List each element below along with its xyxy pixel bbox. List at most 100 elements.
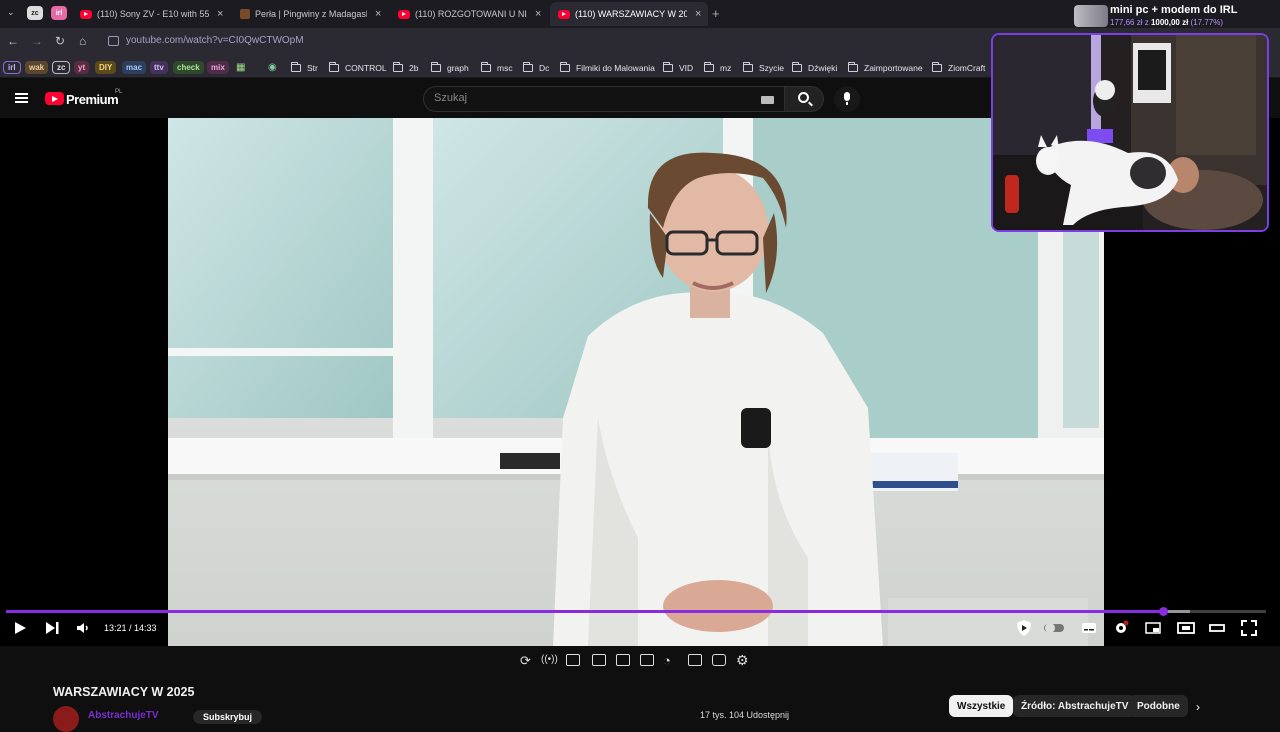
bookmark-chip-mac[interactable]: mac <box>122 61 147 74</box>
bookmark-folder[interactable]: Zaimportowane <box>848 61 923 74</box>
grid-apps-icon[interactable]: ▦ <box>236 61 245 74</box>
theater-mode-button[interactable] <box>1177 620 1195 636</box>
bookmark-label: CONTROL <box>345 62 387 73</box>
channel-name[interactable]: AbstrachujeTV <box>88 710 159 721</box>
goal-raised: 177,66 zł <box>1110 18 1143 27</box>
bookmark-folder[interactable]: msc <box>481 61 513 74</box>
bookmark-chip-label: yt <box>78 63 86 72</box>
bookmark-folder[interactable]: Filmiki do Malowania <box>560 61 655 74</box>
channel-avatar[interactable] <box>53 706 79 732</box>
address-bar-url[interactable]: youtube.com/watch?v=CI0QwCTWOpM <box>126 35 304 46</box>
bookmark-folder[interactable]: Dźwięki <box>792 61 837 74</box>
settings-button[interactable] <box>1113 620 1129 636</box>
add-to-playlist-icon[interactable] <box>688 654 702 666</box>
bookmark-chip-label: DIY <box>99 63 113 72</box>
bookmark-folder[interactable]: 2b <box>393 61 418 74</box>
bookmark-chip-ttv[interactable]: ttv <box>150 61 168 74</box>
progress-played <box>6 610 1163 613</box>
bookmark-chip-yt[interactable]: yt <box>74 61 90 74</box>
chevron-right-icon[interactable]: › <box>1196 700 1200 714</box>
film-strip-icon[interactable] <box>640 654 654 666</box>
clapperboard-icon[interactable] <box>592 654 606 666</box>
bookmark-label: mz <box>720 62 732 73</box>
tab-title: (110) ROZGOTOWANI U NIEUC <box>415 9 527 19</box>
pinned-tab-zc[interactable]: zc <box>27 6 43 20</box>
bookmark-chip-mix[interactable]: mix <box>207 61 229 74</box>
browser-tab[interactable]: Perła | Pingwiny z Madagaskar × <box>232 2 390 26</box>
bookmark-folder[interactable]: CONTROL <box>329 61 387 74</box>
folder-icon <box>743 61 753 72</box>
home-icon[interactable]: ⌂ <box>79 34 86 48</box>
video-title: WARSZAWIACY W 2025 <box>53 685 195 699</box>
bookmark-folder[interactable]: Str <box>291 61 318 74</box>
bookmark-folder[interactable]: VID <box>663 61 693 74</box>
chip-related[interactable]: Podobne <box>1129 695 1188 717</box>
engagement-row[interactable]: 17 tys. 104 Udostępnij <box>700 710 789 720</box>
bookmark-chip-label: check <box>177 63 200 72</box>
video-frame[interactable] <box>168 118 1104 646</box>
play-button[interactable] <box>14 620 27 636</box>
chip-all[interactable]: Wszystkie <box>949 695 1014 717</box>
menu-icon[interactable] <box>15 93 28 103</box>
goal-target: 1000,00 zł <box>1150 18 1189 27</box>
subscribe-button[interactable]: Subskrybuj <box>193 710 263 724</box>
youtube-logo-icon[interactable] <box>45 92 64 105</box>
folder-icon <box>792 61 802 72</box>
search-input[interactable] <box>434 92 754 104</box>
bookmark-chip-irl[interactable]: irl <box>3 61 21 74</box>
progress-scrubber[interactable] <box>1158 607 1168 616</box>
browser-tab-active[interactable]: (110) WARSZAWIACY W 2025 - × <box>550 2 708 26</box>
bookmark-folder[interactable]: ZiomCraft <box>932 61 985 74</box>
next-button[interactable] <box>45 620 59 636</box>
forward-arrow-icon[interactable]: → <box>31 34 43 48</box>
fullscreen-button[interactable] <box>1241 620 1257 636</box>
subtitles-button[interactable] <box>1081 620 1097 636</box>
progress-bar[interactable] <box>6 607 1266 616</box>
microphone-icon <box>844 92 850 105</box>
chip-source-channel[interactable]: Źródło: AbstrachujeTV <box>1013 695 1137 717</box>
tab-list-chevron-icon[interactable]: ⌄ <box>7 7 15 18</box>
bookmark-chip-zc[interactable]: zc <box>52 61 71 74</box>
close-icon[interactable]: × <box>217 8 223 20</box>
close-icon[interactable]: × <box>535 8 541 20</box>
loop-icon[interactable]: ⟳ <box>520 653 531 669</box>
youtube-icon <box>80 9 92 19</box>
close-icon[interactable]: × <box>375 8 381 20</box>
bookmark-chip-wak[interactable]: wak <box>25 61 49 74</box>
bookmark-label: Dc <box>539 62 550 73</box>
keyboard-icon[interactable] <box>761 96 774 104</box>
page-info-icon[interactable] <box>108 36 119 46</box>
voice-search-button[interactable] <box>834 86 860 112</box>
search-button[interactable] <box>784 86 824 112</box>
webcam-picture <box>993 35 1267 230</box>
new-tab-button[interactable]: + <box>712 6 720 21</box>
tab-title: (110) WARSZAWIACY W 2025 - <box>575 9 687 19</box>
miniplayer-button[interactable] <box>1145 620 1161 636</box>
sponsorblock-button[interactable] <box>1015 620 1033 636</box>
bookmark-folder[interactable]: mz <box>704 61 731 74</box>
broadcast-icon[interactable]: ((•)) <box>541 654 558 665</box>
bookmark-folder[interactable]: Dc <box>523 61 549 74</box>
autoplay-toggle[interactable] <box>1043 620 1065 636</box>
watch-later-icon[interactable] <box>566 654 580 666</box>
bookmark-chip-check[interactable]: check <box>173 61 204 74</box>
close-icon[interactable]: × <box>695 8 701 20</box>
folder-icon <box>291 61 301 72</box>
speed-gauge-icon[interactable]: ◔ <box>663 653 671 668</box>
bookmark-folder[interactable]: Szycie <box>743 61 784 74</box>
screenshot-camera-icon[interactable] <box>712 654 726 666</box>
browser-tab[interactable]: (110) ROZGOTOWANI U NIEUC × <box>390 2 548 26</box>
cinema-mode-button[interactable] <box>1209 620 1225 636</box>
bookmark-chip-diy[interactable]: DIY <box>95 61 117 74</box>
back-arrow-icon[interactable]: ← <box>7 34 19 48</box>
aspect-ratio-icon[interactable] <box>616 654 630 666</box>
browser-tab[interactable]: (110) Sony ZV - E10 with 55 - 2 × <box>72 2 230 26</box>
bookmark-folder[interactable]: graph <box>431 61 469 74</box>
reload-icon[interactable]: ↻ <box>55 34 65 48</box>
extension-settings-gear-icon[interactable]: ⚙ <box>736 652 749 669</box>
globe-icon[interactable]: ◉ <box>268 61 277 74</box>
mute-button[interactable] <box>76 620 90 636</box>
pinned-tab-irl[interactable]: irl <box>51 6 67 20</box>
subtitles-icon <box>1082 623 1096 633</box>
youtube-logo-text[interactable]: Premium <box>66 92 119 107</box>
